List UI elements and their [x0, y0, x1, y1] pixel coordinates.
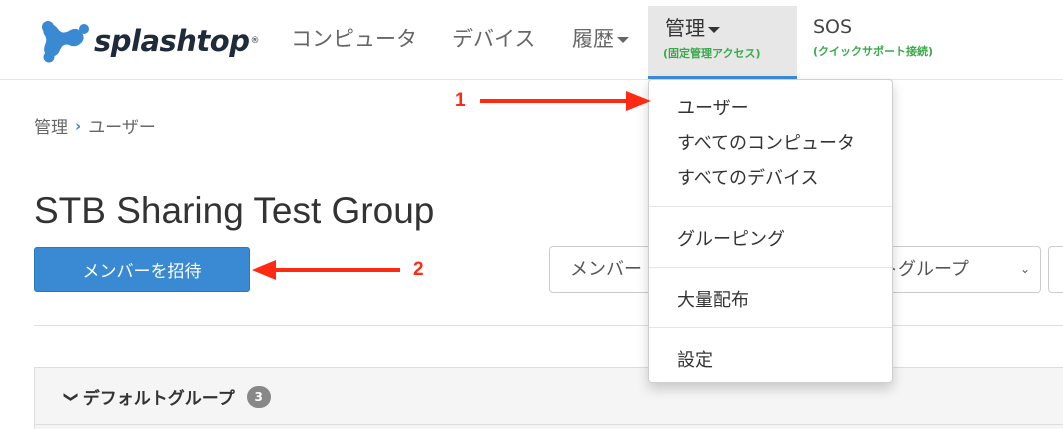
menu-item-all-devices[interactable]: すべてのデバイス: [677, 164, 818, 190]
menu-item-mass-deployment[interactable]: 大量配布: [677, 286, 749, 312]
nav-admin[interactable]: 管理 (固定管理アクセス): [648, 6, 797, 79]
group-count-badge: 3: [246, 385, 271, 408]
nav-sos[interactable]: SOS (クイックサポート接続): [813, 16, 933, 59]
nav-sos-sublabel: (クイックサポート接続): [813, 45, 934, 58]
section-divider: [34, 325, 1063, 326]
annotation-number-1: 1: [455, 90, 466, 111]
nav-devices[interactable]: デバイス: [452, 0, 535, 79]
menu-item-grouping[interactable]: グルーピング: [677, 225, 785, 251]
nav-history[interactable]: 履歴: [572, 0, 629, 79]
logo-wordmark: splashtop: [94, 24, 250, 58]
admin-dropdown-menu: ユーザー すべてのコンピュータ すべてのデバイス グルーピング 大量配布 設定: [648, 79, 893, 383]
group-filter-select[interactable]: デフォルトグループ ⌄: [880, 246, 1041, 293]
group-filter-value: デフォルトグループ: [880, 259, 969, 280]
caret-down-icon: [708, 26, 720, 33]
invite-member-button[interactable]: メンバーを招待: [34, 247, 250, 292]
breadcrumb-parent[interactable]: 管理: [34, 113, 68, 138]
group-panel: ❯ デフォルトグループ 3: [34, 367, 1063, 429]
menu-item-users[interactable]: ユーザー: [677, 94, 749, 120]
top-navbar: splashtop ® コンピュータ デバイス 履歴 管理 (固定管理アクセス)…: [0, 0, 1063, 80]
nav-admin-sublabel: (固定管理アクセス): [663, 47, 761, 60]
chevron-down-icon: ⌄: [1019, 262, 1030, 276]
caret-down-icon: [617, 37, 629, 43]
menu-item-all-computers[interactable]: すべてのコンピュータ: [677, 129, 855, 155]
splashtop-logo-icon: [42, 21, 89, 63]
chevron-down-icon: ❯: [62, 390, 79, 403]
nav-history-label: 履歴: [572, 27, 614, 51]
menu-divider: [649, 327, 892, 328]
nav-sos-label: SOS: [813, 16, 853, 38]
annotation-arrow-2-icon: [252, 260, 400, 280]
third-filter-select[interactable]: [1048, 246, 1063, 293]
breadcrumb: 管理 › ユーザー: [34, 113, 156, 139]
breadcrumb-current: ユーザー: [88, 118, 156, 138]
group-name: デフォルトグループ: [82, 389, 235, 409]
splashtop-logo[interactable]: splashtop ®: [38, 16, 278, 66]
menu-divider: [649, 206, 892, 207]
group-header[interactable]: ❯ デフォルトグループ 3: [62, 384, 271, 409]
menu-item-settings[interactable]: 設定: [677, 346, 713, 372]
nav-computers[interactable]: コンピュータ: [291, 0, 417, 79]
page-title: STB Sharing Test Group: [34, 190, 435, 231]
group-panel-divider: [35, 424, 1063, 425]
breadcrumb-separator-icon: ›: [75, 116, 82, 135]
menu-divider: [649, 267, 892, 268]
nav-admin-label: 管理: [665, 16, 705, 40]
registered-mark: ®: [250, 36, 260, 46]
annotation-arrow-1-icon: [480, 91, 651, 111]
annotation-number-2: 2: [413, 259, 424, 280]
